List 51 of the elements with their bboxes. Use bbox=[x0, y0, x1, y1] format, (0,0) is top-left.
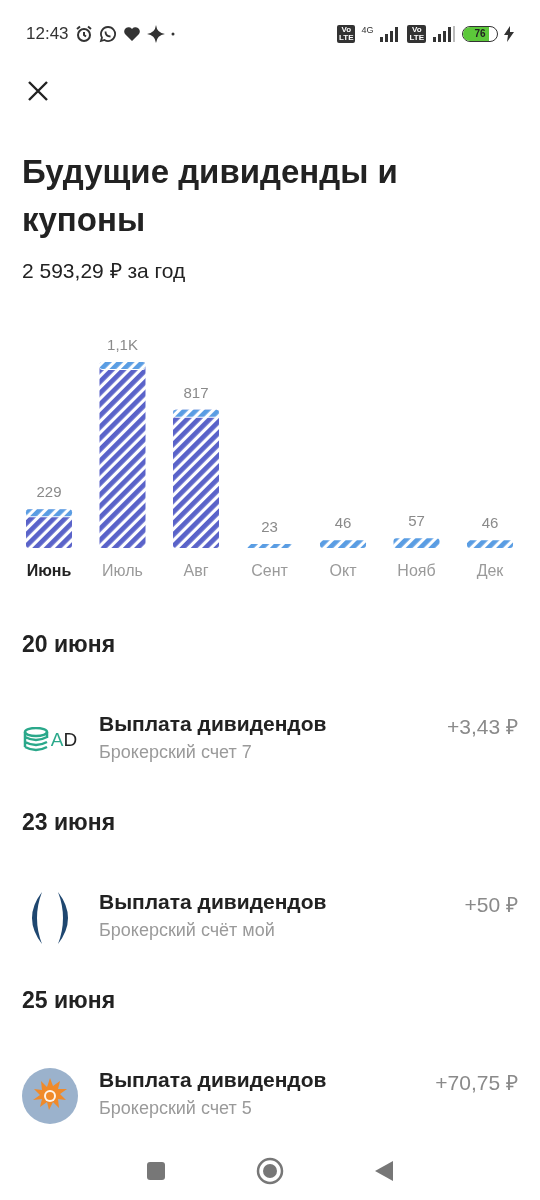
battery-percent: 76 bbox=[473, 27, 487, 41]
chat-icon bbox=[98, 25, 117, 43]
company-logo: AD bbox=[22, 712, 78, 768]
annual-total: 2 593,29 ₽ за год bbox=[22, 258, 187, 284]
payment-amount: +3,43 ₽ bbox=[447, 714, 518, 740]
bar-value: 23 bbox=[261, 518, 278, 535]
bar[interactable] bbox=[393, 538, 440, 548]
date-heading: 25 июня bbox=[22, 986, 117, 1014]
bar-value: 57 bbox=[408, 512, 425, 530]
clock-time: 12:43 bbox=[26, 24, 69, 44]
bar[interactable] bbox=[467, 540, 513, 548]
account-name: Брокерский счет 7 bbox=[99, 742, 253, 763]
bar-value: 817 bbox=[183, 383, 209, 401]
month-label[interactable]: Окт bbox=[329, 562, 357, 579]
back-button[interactable] bbox=[374, 1160, 394, 1182]
page-title: Будущие дивиденды и купоны bbox=[22, 152, 399, 240]
month-label[interactable]: Сент bbox=[251, 562, 288, 579]
sparkle-icon bbox=[146, 25, 165, 43]
company-logo bbox=[22, 1068, 78, 1124]
dot-icon bbox=[170, 32, 175, 36]
volte-badge: Vo LTE bbox=[336, 25, 356, 43]
volte-badge: Vo LTE bbox=[407, 25, 426, 43]
heart-icon bbox=[122, 26, 141, 42]
month-label[interactable]: Нояб bbox=[397, 562, 436, 579]
alarm-icon bbox=[74, 25, 93, 43]
bar-cap-drawing bbox=[173, 409, 219, 418]
payment-title: Выплата дивидендов bbox=[99, 712, 328, 736]
date-heading: 23 июня bbox=[22, 808, 117, 836]
recents-button[interactable] bbox=[146, 1161, 166, 1181]
payment-title: Выплата дивидендов bbox=[99, 1068, 328, 1092]
bar-value: 1,1K bbox=[107, 336, 138, 353]
network-type: 4G bbox=[361, 25, 374, 35]
account-name: Брокерский счёт мой bbox=[99, 920, 276, 941]
signal-icon bbox=[432, 26, 456, 42]
account-name: Брокерский счет 5 bbox=[99, 1098, 253, 1119]
payment-title: Выплата дивидендов bbox=[99, 890, 328, 914]
bar[interactable] bbox=[246, 544, 293, 548]
bar[interactable] bbox=[320, 540, 366, 548]
month-label[interactable]: Июнь bbox=[26, 562, 72, 579]
bar-cap-drawing bbox=[99, 362, 146, 370]
month-label[interactable]: Июль bbox=[102, 562, 143, 579]
payment-amount: +50 ₽ bbox=[464, 892, 518, 918]
home-button[interactable] bbox=[256, 1157, 284, 1185]
payment-amount: +70,75 ₽ bbox=[435, 1070, 518, 1096]
bar-value: 229 bbox=[36, 483, 62, 501]
month-label[interactable]: Авг bbox=[183, 562, 209, 579]
bar-value: 46 bbox=[481, 514, 499, 532]
date-heading: 20 июня bbox=[22, 630, 117, 658]
bar-cap-drawing bbox=[26, 509, 72, 518]
bar-value: 46 bbox=[334, 514, 352, 532]
month-label[interactable]: Дек bbox=[476, 562, 504, 579]
